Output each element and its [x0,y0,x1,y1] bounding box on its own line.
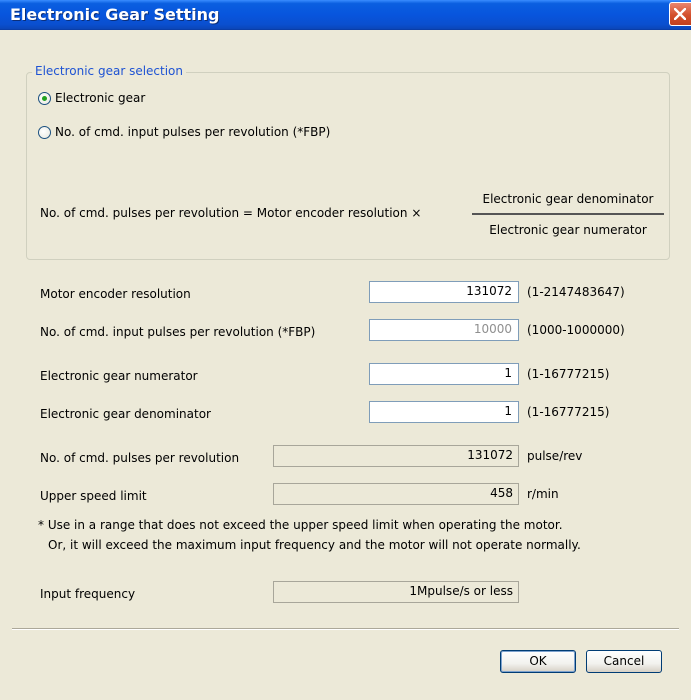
cancel-button[interactable]: Cancel [586,650,662,673]
formula-denominator: Electronic gear numerator [489,223,647,237]
note-line-2: Or, it will exceed the maximum input fre… [48,538,581,552]
button-separator [12,628,679,630]
fbp-pulses-label: No. of cmd. input pulses per revolution … [40,325,316,339]
input-frequency-label: Input frequency [40,587,136,601]
gear-denominator-label: Electronic gear denominator [40,407,211,421]
window-title: Electronic Gear Setting [10,5,220,24]
upper-speed-limit-value: 458 [273,483,519,505]
gear-numerator-label: Electronic gear numerator [40,369,198,383]
cmd-pulses-per-rev-value: 131072 [273,445,519,467]
radio-electronic-gear-circle[interactable] [38,91,51,105]
radio-fbp-circle[interactable] [38,125,51,139]
fbp-pulses-input[interactable]: 10000 [369,319,519,341]
formula-fraction: Electronic gear denominator Electronic g… [472,192,664,241]
radio-fbp-label: No. of cmd. input pulses per revolution … [55,125,331,139]
formula-numerator: Electronic gear denominator [482,192,654,206]
cmd-pulses-per-rev-label: No. of cmd. pulses per revolution [40,451,240,465]
close-icon [674,8,686,20]
radio-electronic-gear[interactable]: Electronic gear [38,91,145,105]
gear-numerator-range: (1-16777215) [527,367,610,381]
motor-encoder-resolution-range: (1-2147483647) [527,285,625,299]
ok-button[interactable]: OK [500,650,576,673]
motor-encoder-resolution-label: Motor encoder resolution [40,287,191,301]
motor-encoder-resolution-input[interactable]: 131072 [369,281,519,303]
gear-selection-legend: Electronic gear selection [32,64,187,78]
gear-denominator-input[interactable]: 1 [369,401,519,423]
formula-text: No. of cmd. pulses per revolution = Moto… [40,206,422,220]
radio-electronic-gear-label: Electronic gear [55,91,146,105]
close-button[interactable] [669,2,691,26]
note-line-1: * Use in a range that does not exceed th… [38,518,563,532]
upper-speed-limit-unit: r/min [527,487,559,501]
input-frequency-value: 1Mpulse/s or less [273,581,519,603]
radio-fbp[interactable]: No. of cmd. input pulses per revolution … [38,125,330,139]
cmd-pulses-per-rev-unit: pulse/rev [527,449,583,463]
title-bar: Electronic Gear Setting [0,0,691,30]
upper-speed-limit-label: Upper speed limit [40,489,147,503]
gear-denominator-range: (1-16777215) [527,405,610,419]
fraction-bar [472,213,664,215]
gear-numerator-input[interactable]: 1 [369,363,519,385]
fbp-pulses-range: (1000-1000000) [527,323,625,337]
